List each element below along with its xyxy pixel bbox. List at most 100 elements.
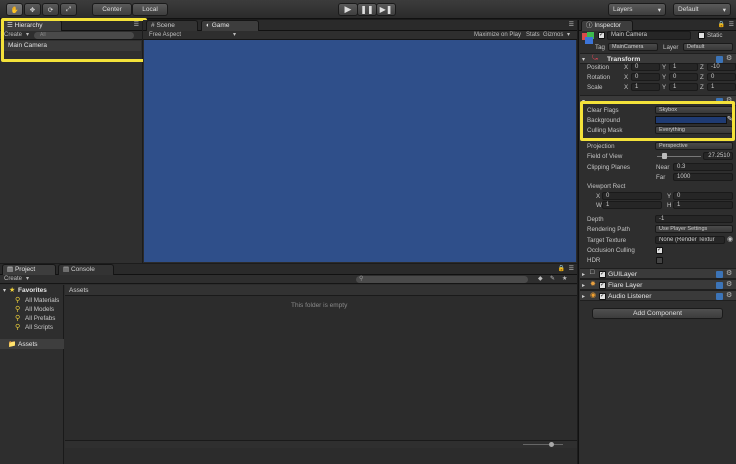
tag-label: Tag [595,44,605,51]
filter-label-icon[interactable]: ✎ [550,275,555,282]
depth-field[interactable]: -1 [655,215,733,223]
layer-dropdown[interactable]: Default [683,43,733,51]
help-book-icon[interactable] [716,56,723,63]
near-label: Near [656,164,670,171]
position-y-field[interactable]: 1 [669,63,698,71]
favorite-item[interactable]: All Scripts [25,324,53,331]
favorites-label[interactable]: Favorites [18,287,47,294]
move-icon[interactable]: ✥ [24,3,41,16]
hdr-checkbox[interactable] [656,257,663,264]
scale-label: Scale [587,84,603,91]
assets-breadcrumb: Assets [65,285,577,296]
static-checkbox[interactable] [698,32,705,39]
project-search-input[interactable]: ⚲ [356,276,528,283]
gear-icon[interactable]: ⚙ [726,280,732,288]
panel-menu-icon[interactable]: ☰ [569,21,574,28]
component-enabled-checkbox[interactable]: ✓ [599,293,606,300]
position-z-field[interactable]: -10 [707,63,736,71]
panel-menu-icon[interactable]: ☰ [569,265,574,272]
pause-icon[interactable]: ❚❚ [357,3,377,16]
vp-x-field[interactable]: 0 [602,192,662,200]
object-name-field[interactable]: Main Camera [607,31,691,40]
stats-toggle[interactable]: Stats [526,32,540,38]
layout-dropdown[interactable]: Default ▾ [673,3,731,16]
favorite-star-icon[interactable]: ★ [562,275,567,282]
rotate-icon[interactable]: ⟳ [42,3,59,16]
expand-arrow-icon[interactable]: ▸ [582,271,585,278]
scale-icon[interactable]: ⤢ [60,3,77,16]
gear-icon[interactable]: ⚙ [726,269,732,277]
rotation-y-field[interactable]: 0 [669,73,698,81]
lock-icon[interactable]: 🔒 [558,265,565,272]
projection-dropdown[interactable]: Perspective [655,142,733,150]
project-footer-bar [65,440,577,448]
expand-arrow-icon[interactable]: ▾ [3,287,6,294]
scale-y-field[interactable]: 1 [669,83,698,91]
expand-arrow-icon[interactable]: ▸ [582,293,585,300]
vp-y-field[interactable]: 0 [673,192,733,200]
expand-arrow-icon[interactable]: ▾ [582,56,585,63]
lock-icon[interactable]: 🔒 [718,21,725,28]
fov-field[interactable]: 27.2510 [703,152,733,160]
tag-dropdown[interactable]: MainCamera [608,43,658,51]
target-texture-value: None (Render Textur [659,237,715,243]
far-field[interactable]: 1000 [673,173,733,181]
expand-arrow-icon[interactable]: ▸ [582,282,585,289]
scale-x-field[interactable]: 1 [631,83,660,91]
help-book-icon[interactable] [716,271,723,278]
breadcrumb-assets[interactable]: Assets [69,287,89,294]
panel-menu-icon[interactable]: ☰ [729,21,734,28]
object-active-checkbox[interactable]: ✓ [598,32,605,39]
vp-w-field[interactable]: 1 [602,201,662,209]
maximize-on-play-toggle[interactable]: Maximize on Play [474,32,521,38]
tab-scene[interactable]: # Scene [146,20,198,31]
gear-icon[interactable]: ⚙ [726,291,732,299]
component-row[interactable]: ▸ □ ✓ GUILayer ⚙ [580,268,736,279]
component-row[interactable]: ▸ ◉ ✓ Audio Listener ⚙ [580,290,736,301]
rotation-x-field[interactable]: 0 [631,73,660,81]
gear-icon[interactable]: ⚙ [726,54,732,62]
tab-inspector[interactable]: ⓘ Inspector [581,20,633,31]
rotation-z-field[interactable]: 0 [707,73,736,81]
search-icon: ⚲ [15,306,21,313]
help-book-icon[interactable] [716,282,723,289]
component-row[interactable]: ▸ ✸ ✓ Flare Layer ⚙ [580,279,736,290]
position-x-field[interactable]: 0 [631,63,660,71]
pivot-local-button[interactable]: Local [132,3,168,16]
rendering-path-dropdown[interactable]: Use Player Settings [655,225,733,233]
filter-type-icon[interactable]: ◆ [538,275,543,282]
step-icon[interactable]: ▶❚ [376,3,396,16]
scale-z-field[interactable]: 1 [707,83,736,91]
object-picker-icon[interactable]: ◉ [727,235,733,243]
favorite-item[interactable]: All Materials [25,297,59,304]
near-field[interactable]: 0.3 [673,163,733,171]
far-value: 1000 [677,174,691,180]
fov-slider-thumb[interactable] [661,153,667,159]
star-icon: ★ [9,287,16,294]
component-enabled-checkbox[interactable]: ✓ [599,271,606,278]
layers-dropdown[interactable]: Layers ▾ [608,3,666,16]
tab-console[interactable]: ▤ Console [58,264,114,275]
center-label: Center [102,6,122,13]
help-book-icon[interactable] [716,293,723,300]
zoom-slider-thumb[interactable] [549,442,554,447]
game-view-viewport[interactable] [144,40,576,262]
assets-folder-item[interactable]: 📁 Assets [0,339,64,349]
vp-h-field[interactable]: 1 [673,201,733,209]
tab-project[interactable]: ▤ Project [2,264,56,275]
add-component-button[interactable]: Add Component [592,308,723,319]
hand-icon[interactable]: ✋ [6,3,23,16]
zoom-slider[interactable] [523,444,563,445]
gizmos-dropdown[interactable]: Gizmos [543,32,563,38]
pivot-center-button[interactable]: Center [92,3,132,16]
tab-game[interactable]: ◐ Game [201,20,259,31]
target-texture-field[interactable]: None (Render Textur [655,236,725,244]
project-create-button[interactable]: Create [4,276,22,282]
favorite-item[interactable]: All Models [25,306,54,313]
empty-folder-text: This folder is empty [291,302,348,309]
component-enabled-checkbox[interactable]: ✓ [599,282,606,289]
occlusion-culling-checkbox[interactable]: ✓ [656,247,663,254]
favorite-item[interactable]: All Prefabs [25,315,55,322]
play-icon[interactable]: ▶ [338,3,358,16]
aspect-dropdown[interactable]: Free Aspect [149,32,181,38]
